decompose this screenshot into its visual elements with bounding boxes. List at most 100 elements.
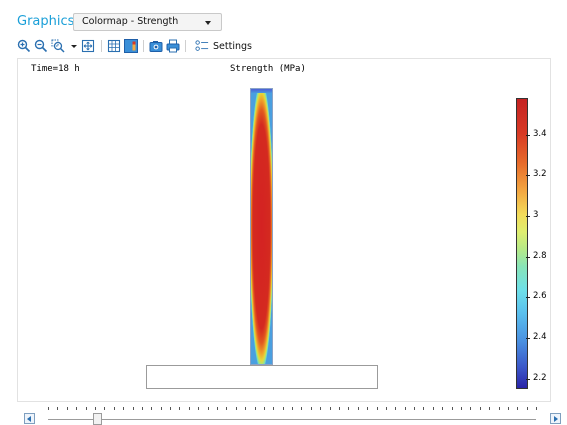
- time-slider-tick: [395, 407, 397, 410]
- time-slider-tick: [479, 407, 481, 410]
- time-slider-tick: [385, 407, 387, 410]
- time-slider-tick: [235, 407, 237, 410]
- colorbar-tick-mark: [526, 297, 530, 299]
- time-slider-tick: [404, 407, 406, 410]
- colorbar-tick-mark: [526, 338, 530, 340]
- time-slider-tick: [123, 407, 125, 410]
- time-slider-tick: [263, 407, 265, 410]
- time-slider-tick: [57, 407, 59, 410]
- time-slider-tick: [301, 407, 303, 410]
- step-back-button[interactable]: [24, 413, 35, 424]
- step-forward-button[interactable]: [550, 413, 561, 424]
- beam-top-gradient: [251, 89, 272, 93]
- show-legends-icon[interactable]: [124, 39, 138, 53]
- zoom-box-icon[interactable]: [51, 39, 65, 53]
- zoom-in-icon[interactable]: [17, 39, 31, 53]
- colorbar-tick-mark: [526, 256, 530, 258]
- time-slider-tick: [451, 407, 453, 410]
- time-slider-tick: [310, 407, 312, 410]
- time-slider-tick: [226, 407, 228, 410]
- time-slider-tick: [132, 407, 134, 410]
- base-plate: [146, 365, 378, 389]
- colorbar-tick-label: 2.2: [533, 372, 547, 383]
- time-slider-tick: [432, 407, 434, 410]
- graphics-toolbar: Settings: [17, 39, 437, 55]
- settings-button[interactable]: Settings: [213, 41, 252, 52]
- time-slider-tick: [66, 407, 68, 410]
- colorbar-tick-label: 3.4: [533, 128, 547, 139]
- time-slider-tick: [141, 407, 143, 410]
- plot-group-select[interactable]: Colormap - Strength: [73, 13, 222, 31]
- time-slider-tick: [245, 407, 247, 410]
- time-slider-tick: [338, 407, 340, 410]
- time-slider-tick: [536, 407, 537, 410]
- time-slider-tick: [517, 407, 519, 410]
- time-slider-tick: [254, 407, 256, 410]
- time-label: Time=18 h: [31, 64, 80, 74]
- colorbar-tick-label: 2.6: [533, 291, 547, 302]
- time-slider-tick: [414, 407, 415, 410]
- time-slider-track[interactable]: [48, 419, 536, 420]
- grid-icon[interactable]: [107, 39, 121, 53]
- colorbar-tick-label: 2.4: [533, 332, 547, 343]
- time-slider-tick: [94, 407, 96, 410]
- time-slider-tick: [423, 407, 425, 410]
- time-slider-tick: [48, 407, 49, 410]
- plot-title: Strength (MPa): [230, 64, 306, 74]
- time-slider-tick: [160, 407, 162, 410]
- time-slider-tick: [442, 407, 444, 410]
- time-slider-tick: [273, 407, 275, 410]
- colorbar-tick-label: 2.8: [533, 250, 547, 261]
- time-slider-tick: [460, 407, 462, 410]
- color-legend-bar: [516, 98, 528, 389]
- time-slider-thumb[interactable]: [92, 413, 102, 425]
- graphics-panel-header: Graphics Colormap - Strength: [0, 0, 567, 36]
- time-slider-tick: [104, 407, 106, 410]
- time-slider-tick: [348, 407, 350, 410]
- camera-icon[interactable]: [149, 39, 163, 53]
- chevron-down-icon: [205, 21, 211, 25]
- time-slider-tick: [207, 407, 209, 410]
- time-slider-tick: [188, 407, 190, 410]
- time-slider-tick: [113, 407, 115, 410]
- colorbar-tick-mark: [526, 216, 530, 217]
- time-slider-tick: [507, 407, 509, 410]
- time-slider-tick: [216, 407, 218, 410]
- zoom-dropdown-chevron-icon[interactable]: [67, 39, 77, 53]
- time-slider-tick: [76, 407, 78, 410]
- time-slider-ticks: [48, 407, 537, 415]
- time-slider-tick: [320, 407, 322, 410]
- toolbar-separator: [101, 40, 102, 52]
- time-slider-tick: [151, 407, 153, 410]
- time-slider-tick: [357, 407, 359, 410]
- time-slider-tick: [376, 407, 378, 410]
- colorbar-tick-mark: [526, 134, 530, 136]
- time-slider-tick: [170, 407, 171, 410]
- graphics-canvas[interactable]: Time=18 h Strength (MPa) 3.4 3.2 3 2.8 2.6 2.…: [17, 58, 551, 402]
- time-slider-tick: [282, 407, 284, 410]
- panel-title: Graphics: [17, 14, 75, 29]
- zoom-out-icon[interactable]: [34, 39, 48, 53]
- time-slider-tick: [292, 407, 293, 410]
- settings-icon[interactable]: [195, 39, 211, 53]
- time-slider[interactable]: [17, 405, 567, 425]
- toolbar-separator: [185, 40, 186, 52]
- toolbar-separator: [143, 40, 144, 52]
- plot-group-select-value: Colormap - Strength: [82, 16, 179, 27]
- strength-colormap-beam: [250, 88, 273, 365]
- colorbar-tick-label: 3: [533, 210, 539, 220]
- time-slider-tick: [198, 407, 200, 410]
- time-slider-tick: [470, 407, 472, 410]
- time-slider-tick: [526, 407, 528, 410]
- zoom-extents-icon[interactable]: [81, 39, 95, 53]
- colorbar-tick-mark: [526, 378, 530, 380]
- colorbar-tick-mark: [526, 175, 530, 177]
- time-slider-tick: [85, 407, 87, 410]
- time-slider-tick: [498, 407, 500, 410]
- time-slider-tick: [179, 407, 181, 410]
- print-icon[interactable]: [166, 39, 180, 53]
- colorbar-tick-label: 3.2: [533, 169, 547, 180]
- time-slider-tick: [367, 407, 369, 410]
- time-slider-tick: [329, 407, 331, 410]
- time-slider-tick: [489, 407, 491, 410]
